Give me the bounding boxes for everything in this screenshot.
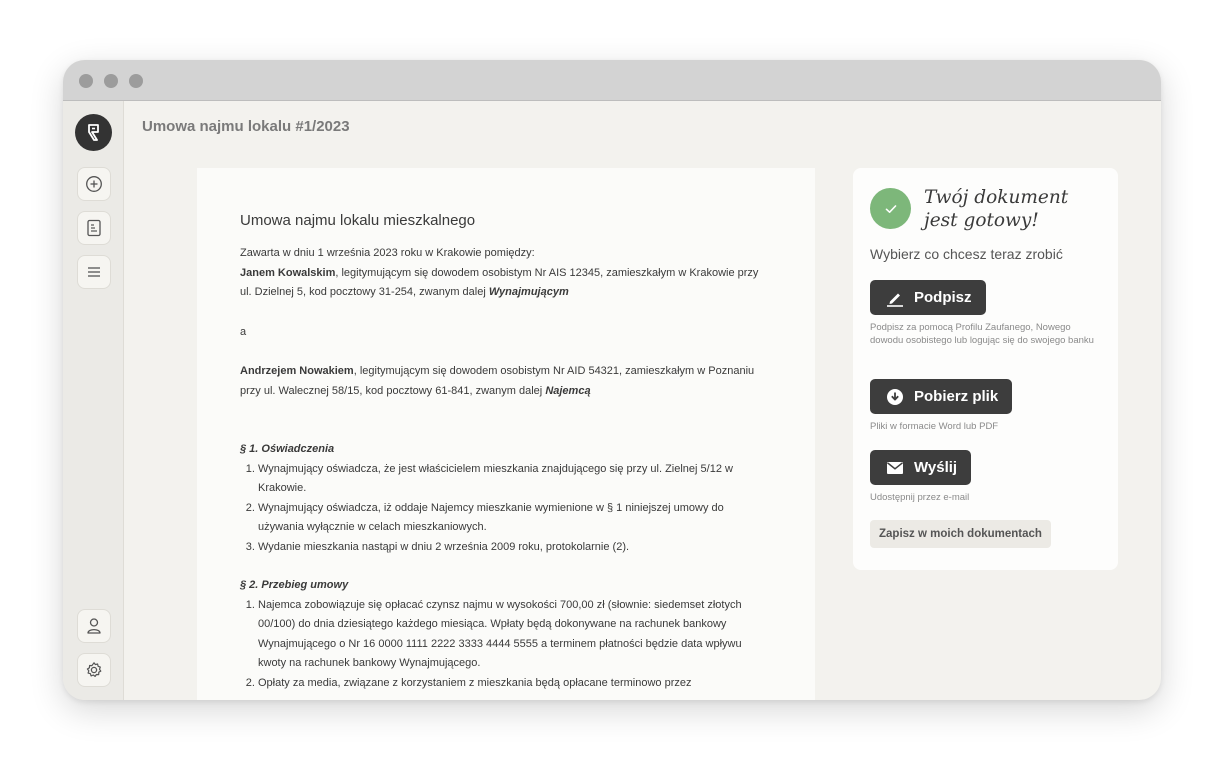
document-preview: Umowa najmu lokalu mieszkalnego Zawarta …	[197, 168, 815, 700]
conjunction-text: a	[240, 325, 247, 338]
action-panel: Twój dokument jest gotowy! Wybierz co ch…	[853, 168, 1118, 570]
choose-action-text: Wybierz co chcesz teraz zrobić	[870, 246, 1063, 262]
list-item: Wynajmujący oświadcza, że jest właścicie…	[258, 460, 772, 499]
window-titlebar	[63, 60, 1161, 101]
list-item: Najemca zobowiązuje się opłacać czynsz n…	[258, 596, 772, 674]
sign-description: Podpisz za pomocą Profilu Zaufanego, Now…	[870, 322, 1094, 346]
party-1-paragraph: Janem Kowalskim, legitymującym się dowod…	[240, 264, 772, 303]
section-1-heading: § 1. Oświadczenia	[240, 443, 335, 455]
download-button-label: Pobierz plik	[914, 388, 999, 405]
send-button[interactable]: Wyślij	[870, 450, 972, 485]
party-1-role: Wynajmującym	[488, 286, 569, 298]
window-control-dot[interactable]	[79, 74, 93, 88]
mail-icon	[887, 461, 903, 474]
ready-title: Twój dokument jest gotowy!	[924, 187, 1069, 231]
document-intro: Zawarta w dniu 1 września 2023 roku w Kr…	[240, 247, 535, 259]
logo-icon	[87, 123, 99, 141]
party-2-paragraph: Andrzejem Nowakiem, legitymującym się do…	[240, 362, 772, 401]
sign-button[interactable]: Podpisz	[870, 280, 986, 315]
page-title: Umowa najmu lokalu #1/2023	[142, 118, 350, 135]
user-icon	[87, 618, 101, 634]
plus-circle-icon	[86, 176, 102, 192]
section-2-heading: § 2. Przebieg umowy	[240, 579, 349, 591]
document-title: Umowa najmu lokalu mieszkalnego	[240, 212, 476, 229]
app-window: Umowa najmu lokalu #1/2023 Umowa najmu l…	[63, 60, 1161, 700]
app-logo[interactable]	[75, 114, 112, 151]
checkmark-icon	[885, 204, 896, 213]
sidebar-item-profile[interactable]	[77, 609, 111, 643]
party-2-role: Najemcą	[545, 384, 591, 397]
success-badge	[870, 188, 911, 229]
send-description: Udostępnij przez e-mail	[870, 492, 970, 503]
list-item: Wydanie mieszkania nastąpi w dniu 2 wrze…	[258, 538, 772, 558]
document-icon	[87, 219, 101, 237]
gear-icon	[86, 662, 102, 677]
menu-lines-icon	[88, 267, 100, 277]
sign-button-label: Podpisz	[914, 289, 972, 306]
download-description: Pliki w formacie Word lub PDF	[870, 421, 999, 432]
save-to-documents-button[interactable]: Zapisz w moich dokumentach	[870, 520, 1051, 548]
list-item: Opłaty za media, związane z korzystaniem…	[258, 674, 772, 694]
list-item: Wynajmujący oświadcza, iż oddaje Najemcy…	[258, 499, 772, 538]
party-2-name: Andrzejem Nowakiem	[240, 365, 354, 377]
sidebar	[63, 101, 124, 700]
send-button-label: Wyślij	[914, 459, 958, 476]
save-button-label: Zapisz w moich dokumentach	[879, 528, 1042, 540]
download-button[interactable]: Pobierz plik	[870, 379, 1013, 414]
section-2-list: Najemca zobowiązuje się opłacać czynsz n…	[258, 596, 772, 694]
section-1-list: Wynajmujący oświadcza, że jest właścicie…	[258, 460, 772, 558]
window-control-dot[interactable]	[104, 74, 118, 88]
download-icon	[887, 388, 903, 405]
party-1-name: Janem Kowalskim	[240, 266, 336, 279]
pen-icon	[887, 293, 903, 307]
sidebar-item-documents[interactable]	[77, 211, 111, 245]
sidebar-item-new-document[interactable]	[77, 167, 111, 201]
window-control-dot[interactable]	[129, 74, 143, 88]
sidebar-item-settings[interactable]	[77, 653, 111, 687]
sidebar-item-list[interactable]	[77, 255, 111, 289]
